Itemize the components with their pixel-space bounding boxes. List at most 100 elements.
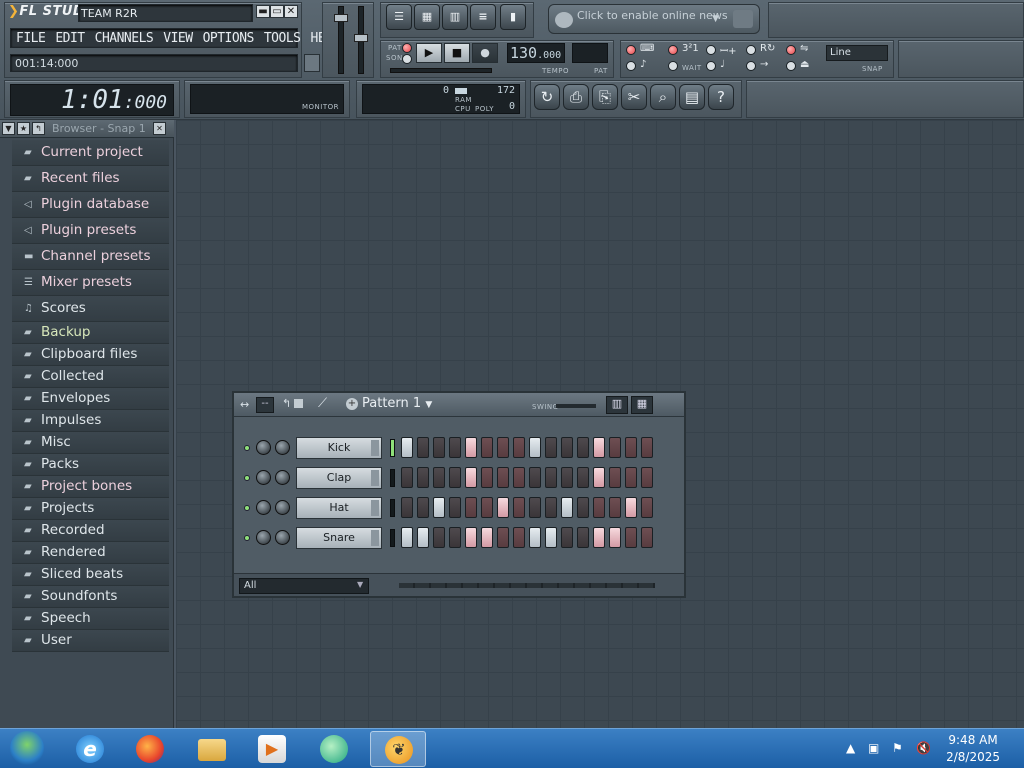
menu-file[interactable]: FILE	[11, 29, 50, 47]
step-button[interactable]	[417, 527, 429, 548]
taskbar-messenger[interactable]	[306, 731, 362, 767]
pattern-number-display[interactable]	[572, 43, 608, 63]
step-button[interactable]	[449, 527, 461, 548]
step-button[interactable]	[449, 467, 461, 488]
wait-input-led[interactable]	[668, 61, 678, 71]
browser-item-current-project[interactable]: ▰ Current project	[12, 140, 169, 166]
close-button[interactable]: ✕	[284, 5, 298, 18]
volume-muted-icon[interactable]: 🔇	[916, 741, 931, 755]
browser-item-user[interactable]: ▰ User	[12, 630, 169, 652]
channel-mute-led[interactable]	[244, 535, 250, 541]
menu-tools[interactable]: TOOLS	[259, 29, 306, 47]
arrow-icon[interactable]: ⟋	[318, 396, 327, 411]
step-button[interactable]	[561, 437, 573, 458]
keyboard-icon[interactable]: ⌨	[640, 43, 654, 54]
record-button[interactable]: ●	[472, 43, 498, 63]
save-icon[interactable]: ⎙	[563, 84, 589, 110]
browser-item-packs[interactable]: ▰ Packs	[12, 454, 169, 476]
resize-icon[interactable]: ↔	[240, 398, 249, 411]
step-button[interactable]	[593, 437, 605, 458]
browser-star-icon[interactable]: ★	[17, 122, 30, 135]
step-button[interactable]	[433, 497, 445, 518]
browser-item-projects[interactable]: ▰ Projects	[12, 498, 169, 520]
step-button[interactable]	[401, 497, 413, 518]
step-button[interactable]	[497, 527, 509, 548]
keyboard-editor-icon[interactable]: ▦	[631, 396, 653, 414]
menu-view[interactable]: VIEW	[158, 29, 197, 47]
channel-button[interactable]: Kick	[296, 437, 382, 459]
channel-volume-knob[interactable]	[275, 500, 290, 515]
play-button[interactable]: ▶	[416, 43, 442, 63]
step-button[interactable]	[641, 497, 653, 518]
browser-item-project-bones[interactable]: ▰ Project bones	[12, 476, 169, 498]
step-button[interactable]	[625, 467, 637, 488]
cut-icon[interactable]: ✂	[621, 84, 647, 110]
step-button[interactable]	[465, 467, 477, 488]
step-button[interactable]	[625, 437, 637, 458]
step-button[interactable]	[433, 437, 445, 458]
step-button[interactable]	[609, 437, 621, 458]
step-button[interactable]	[561, 497, 573, 518]
mixer-button[interactable]: ▮	[500, 4, 526, 30]
network-icon[interactable]: ▣	[868, 741, 879, 755]
step-button[interactable]	[401, 527, 413, 548]
step-button[interactable]	[513, 497, 525, 518]
browser-item-rendered[interactable]: ▰ Rendered	[12, 542, 169, 564]
step-button[interactable]	[593, 527, 605, 548]
taskbar-internet-explorer[interactable]: e	[62, 731, 118, 767]
playlist-button[interactable]: ☰	[386, 4, 412, 30]
start-button[interactable]	[0, 731, 56, 767]
news-dropdown-icon[interactable]: ▼	[712, 14, 719, 24]
step-edit-icon[interactable]: ꟷ+	[720, 43, 737, 57]
step-button[interactable]	[497, 437, 509, 458]
multilink-icon[interactable]: ♩	[720, 59, 725, 70]
browser-item-recent-files[interactable]: ▰ Recent files	[12, 166, 169, 192]
channel-button[interactable]: Clap	[296, 467, 382, 489]
channel-select-indicator[interactable]	[390, 529, 395, 547]
loop-record-icon[interactable]: R↻	[760, 43, 775, 54]
view-mode-icon[interactable]: --	[256, 397, 274, 413]
master-pitch-handle[interactable]	[354, 34, 368, 42]
news-open-icon[interactable]	[733, 10, 753, 28]
multilink-led[interactable]	[706, 61, 716, 71]
menu-channels[interactable]: CHANNELS	[90, 29, 159, 47]
step-button[interactable]	[513, 437, 525, 458]
metronome-icon[interactable]: ♪	[640, 59, 646, 70]
pattern-mode-led[interactable]	[402, 43, 412, 53]
step-button[interactable]	[481, 437, 493, 458]
step-button[interactable]	[529, 497, 541, 518]
piano-roll-button[interactable]: ▥	[442, 4, 468, 30]
browser-item-recorded[interactable]: ▰ Recorded	[12, 520, 169, 542]
channel-mute-led[interactable]	[244, 475, 250, 481]
graph-editor-icon[interactable]: ▥	[606, 396, 628, 414]
tempo-display[interactable]: 130.000	[507, 43, 565, 63]
snap-select[interactable]: Line	[826, 45, 888, 61]
search-icon[interactable]: ⌕	[650, 84, 676, 110]
step-button[interactable]	[465, 497, 477, 518]
step-button[interactable]	[593, 467, 605, 488]
undo-icon[interactable]: ↻	[534, 84, 560, 110]
step-button[interactable]	[433, 527, 445, 548]
help-icon[interactable]: ?	[708, 84, 734, 110]
channel-button[interactable]: Hat	[296, 497, 382, 519]
step-button[interactable]	[561, 527, 573, 548]
taskbar-firefox[interactable]	[122, 731, 178, 767]
loop-record-led[interactable]	[746, 45, 756, 55]
step-button[interactable]	[465, 437, 477, 458]
channel-select-indicator[interactable]	[390, 499, 395, 517]
step-sequencer-header[interactable]: ↔ -- ↰ ⟋ + Pattern 1 ▼ SWING ▥ ▦	[234, 393, 684, 417]
channel-filter-select[interactable]: All	[239, 578, 369, 594]
channel-mute-led[interactable]	[244, 505, 250, 511]
browser-item-sliced-beats[interactable]: ▰ Sliced beats	[12, 564, 169, 586]
browser-item-impulses[interactable]: ▰ Impulses	[12, 410, 169, 432]
browser-item-clipboard-files[interactable]: ▰ Clipboard files	[12, 344, 169, 366]
browser-item-scores[interactable]: ♫ Scores	[12, 296, 169, 322]
step-button[interactable]	[417, 437, 429, 458]
stop-button[interactable]: ■	[444, 43, 470, 63]
step-button[interactable]	[465, 527, 477, 548]
step-button[interactable]	[417, 497, 429, 518]
scroll-led[interactable]	[746, 61, 756, 71]
show-hidden-icons[interactable]: ▲	[846, 741, 855, 755]
undo-small-icon[interactable]: ↰	[282, 397, 291, 410]
channel-pan-knob[interactable]	[256, 470, 271, 485]
